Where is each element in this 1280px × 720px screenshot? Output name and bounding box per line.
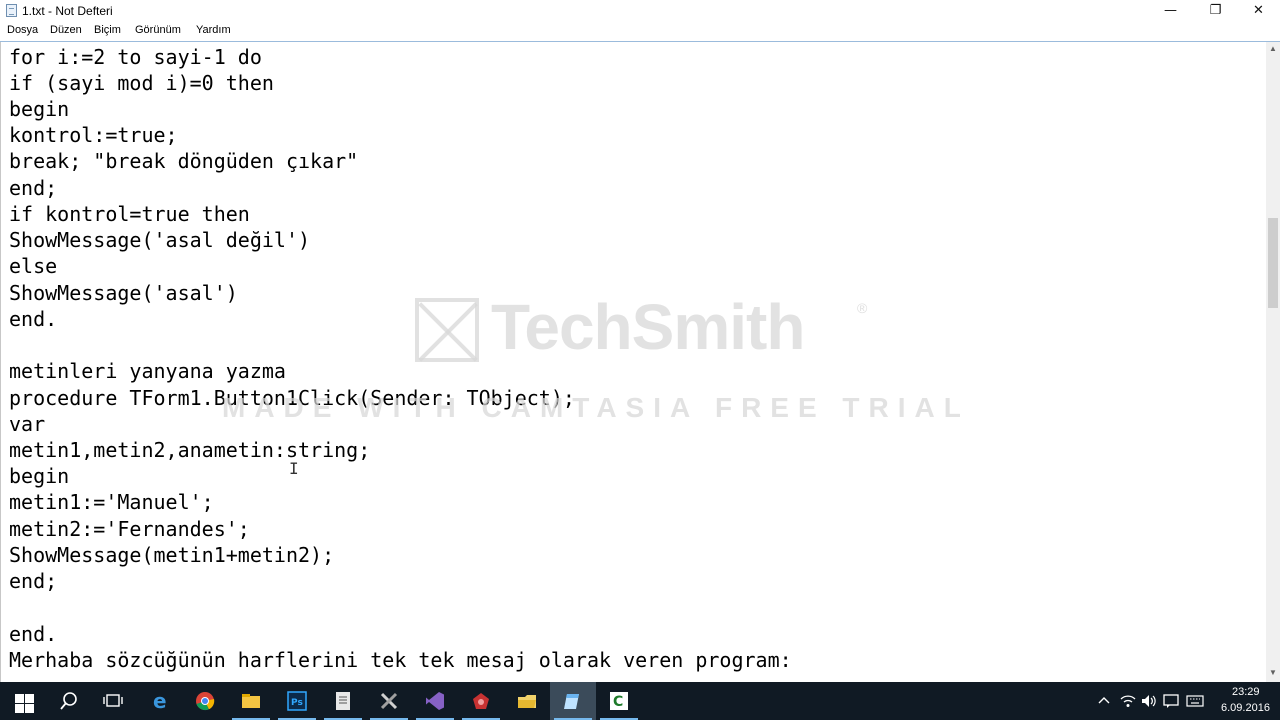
restore-button[interactable]: ❐ — [1193, 0, 1238, 22]
menu-dosya[interactable]: Dosya — [7, 24, 38, 36]
text-line: Merhaba sözcüğünün harflerini tek tek me… — [9, 648, 792, 672]
photoshop-icon[interactable]: Ps — [274, 682, 320, 720]
text-line: if kontrol=true then — [9, 202, 250, 226]
clock-date[interactable]: 6.09.2016 — [1221, 702, 1270, 714]
taskbar: e Ps C — [0, 682, 1280, 720]
text-line: begin — [9, 97, 70, 121]
text-line: kontrol:=true; — [9, 123, 178, 147]
text-line: if (sayi mod i)=0 then — [9, 71, 274, 95]
text-line: begin — [9, 464, 70, 488]
menu-bicim[interactable]: Biçim — [94, 24, 121, 36]
close-button[interactable]: ✕ — [1236, 0, 1280, 22]
svg-text:C: C — [613, 694, 623, 710]
edge-icon[interactable]: e — [137, 682, 183, 720]
text-line: else — [9, 254, 58, 278]
text-cursor-icon: I — [289, 459, 299, 478]
codeblocks-icon[interactable]: C — [596, 682, 642, 720]
text-line: metin1,metin2,anametin:string; — [9, 438, 371, 462]
text-line: procedure TForm1.Button1Click(Sender: TO… — [9, 386, 575, 410]
start-button[interactable] — [0, 682, 46, 720]
visual-studio-icon[interactable] — [412, 682, 458, 720]
window-title: 1.txt - Not Defteri — [22, 4, 113, 18]
scroll-down-icon[interactable]: ▼ — [1266, 668, 1280, 680]
text-line: end. — [9, 622, 58, 646]
text-line: ShowMessage(metin1+metin2); — [9, 543, 335, 567]
svg-text:e: e — [153, 691, 167, 711]
title-bar: 1.txt - Not Defteri — ❐ ✕ — [0, 0, 1280, 22]
folder-app-icon[interactable] — [504, 682, 550, 720]
text-line: for i:=2 to sayi-1 do — [9, 45, 262, 69]
search-icon[interactable] — [46, 682, 92, 720]
chrome-icon[interactable] — [182, 682, 228, 720]
menu-bar: Dosya Düzen Biçim Görünüm Yardım — [0, 22, 1280, 42]
notepad-icon — [6, 4, 17, 17]
menu-gorunum[interactable]: Görünüm — [135, 24, 181, 36]
text-line: end; — [9, 176, 58, 200]
menu-duzen[interactable]: Düzen — [50, 24, 82, 36]
text-line: metin1:='Manuel'; — [9, 490, 214, 514]
text-line: var — [9, 412, 46, 436]
text-line: ShowMessage('asal') — [9, 281, 238, 305]
tools-app-icon[interactable] — [366, 682, 412, 720]
document-app-icon[interactable] — [320, 682, 366, 720]
svg-text:Ps: Ps — [291, 698, 303, 708]
menu-yardim[interactable]: Yardım — [196, 24, 231, 36]
text-line: break; "break döngüden çıkar" — [9, 149, 359, 173]
text-editor[interactable]: for i:=2 to sayi-1 do if (sayi mod i)=0 … — [0, 42, 1267, 682]
minimize-button[interactable]: — — [1148, 0, 1193, 22]
file-explorer-icon[interactable] — [228, 682, 274, 720]
vertical-scrollbar[interactable]: ▲ ▼ — [1266, 42, 1280, 682]
text-line: end. — [9, 307, 58, 331]
text-line: metinleri yanyana yazma — [9, 359, 286, 383]
scrollbar-thumb[interactable] — [1268, 218, 1278, 308]
text-line: metin2:='Fernandes'; — [9, 517, 250, 541]
scroll-up-icon[interactable]: ▲ — [1266, 44, 1280, 56]
red-app-icon[interactable] — [458, 682, 504, 720]
text-line: ShowMessage('asal değil') — [9, 228, 311, 252]
notepad-taskbar-icon[interactable] — [550, 682, 596, 720]
task-view-icon[interactable] — [90, 682, 136, 720]
text-line: end; — [9, 569, 58, 593]
clock-time[interactable]: 23:29 — [1232, 686, 1260, 698]
